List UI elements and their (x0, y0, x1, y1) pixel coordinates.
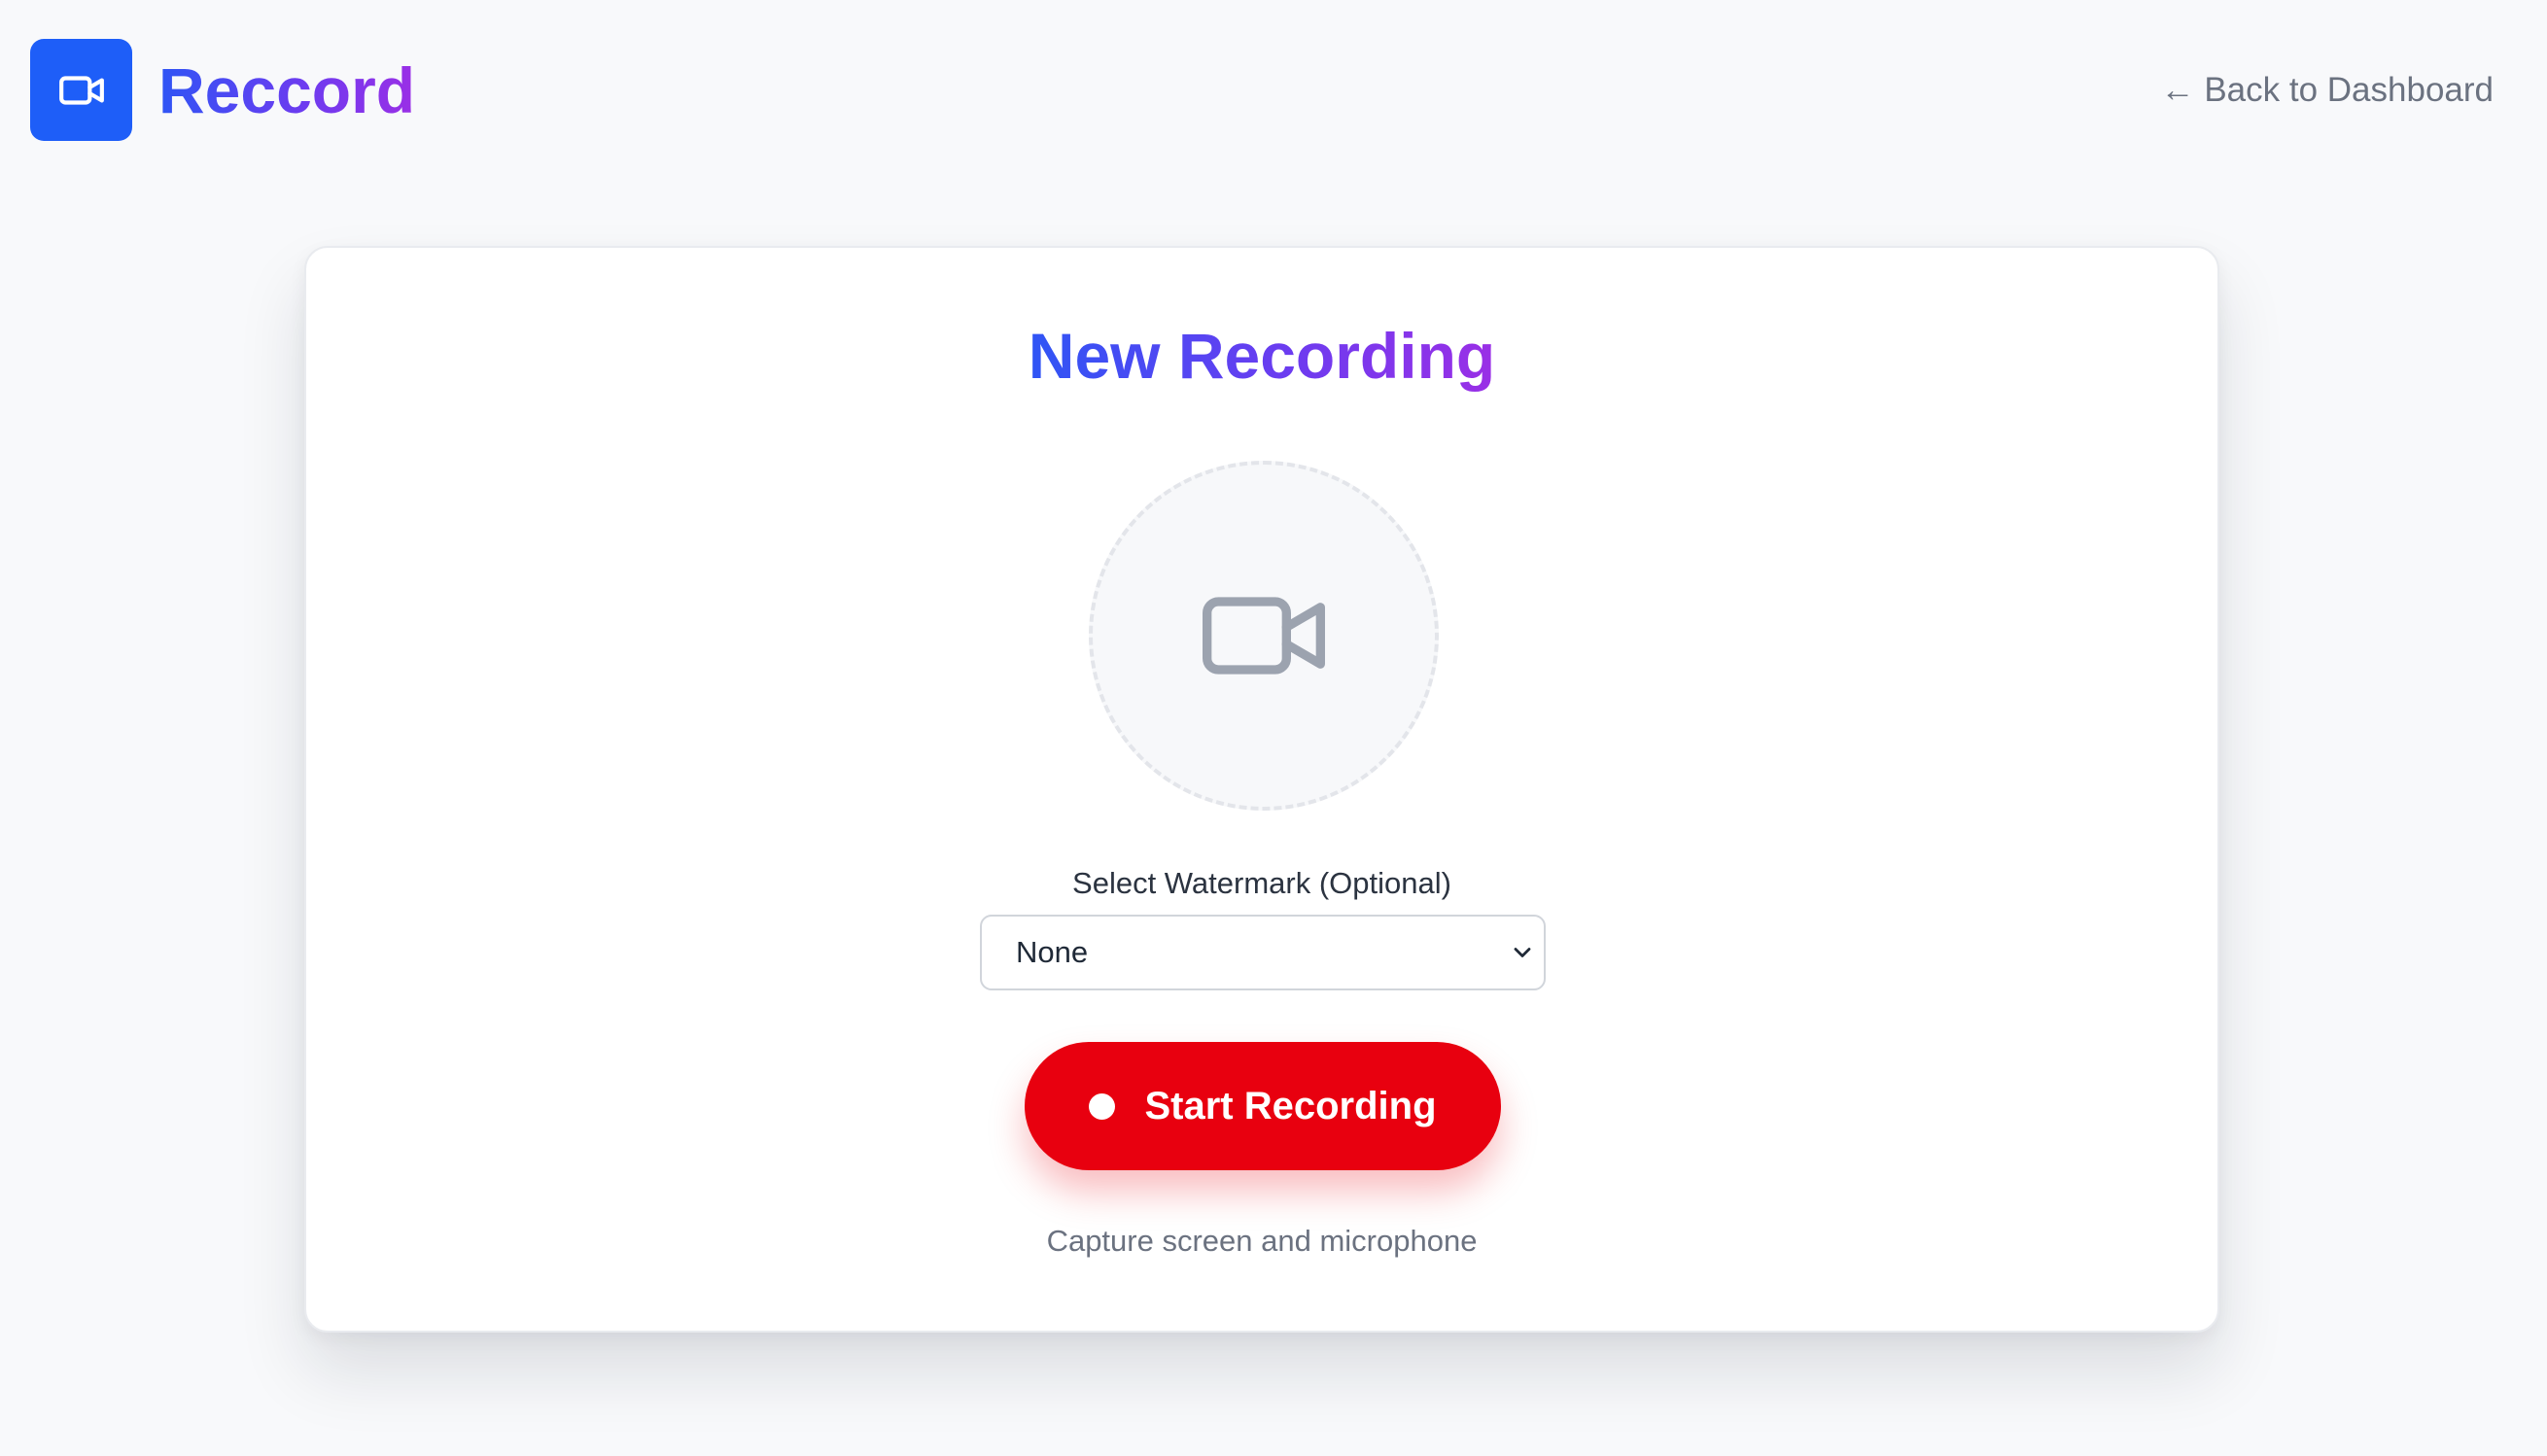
video-camera-icon (58, 75, 104, 105)
start-recording-button[interactable]: Start Recording (1025, 1042, 1501, 1170)
new-recording-card: New Recording Select Watermark (Optional… (304, 246, 2219, 1333)
chevron-down-icon (1509, 939, 1536, 966)
record-dot-icon (1089, 1092, 1116, 1120)
back-to-dashboard-link[interactable]: ← Back to Dashboard (2161, 66, 2494, 115)
page-title-text: New Recording (1028, 320, 1496, 392)
watermark-select[interactable]: None (980, 915, 1546, 990)
start-recording-label: Start Recording (1144, 1084, 1437, 1127)
app-logo[interactable] (30, 39, 132, 141)
video-camera-icon (1203, 597, 1325, 675)
recording-preview (1089, 461, 1439, 811)
watermark-selected-value: None (1016, 935, 1089, 969)
page-title: New Recording (306, 312, 2217, 399)
watermark-label: Select Watermark (Optional) (1072, 866, 1451, 900)
app-name: Reccord (158, 47, 415, 134)
recording-caption: Capture screen and microphone (1046, 1224, 1478, 1258)
